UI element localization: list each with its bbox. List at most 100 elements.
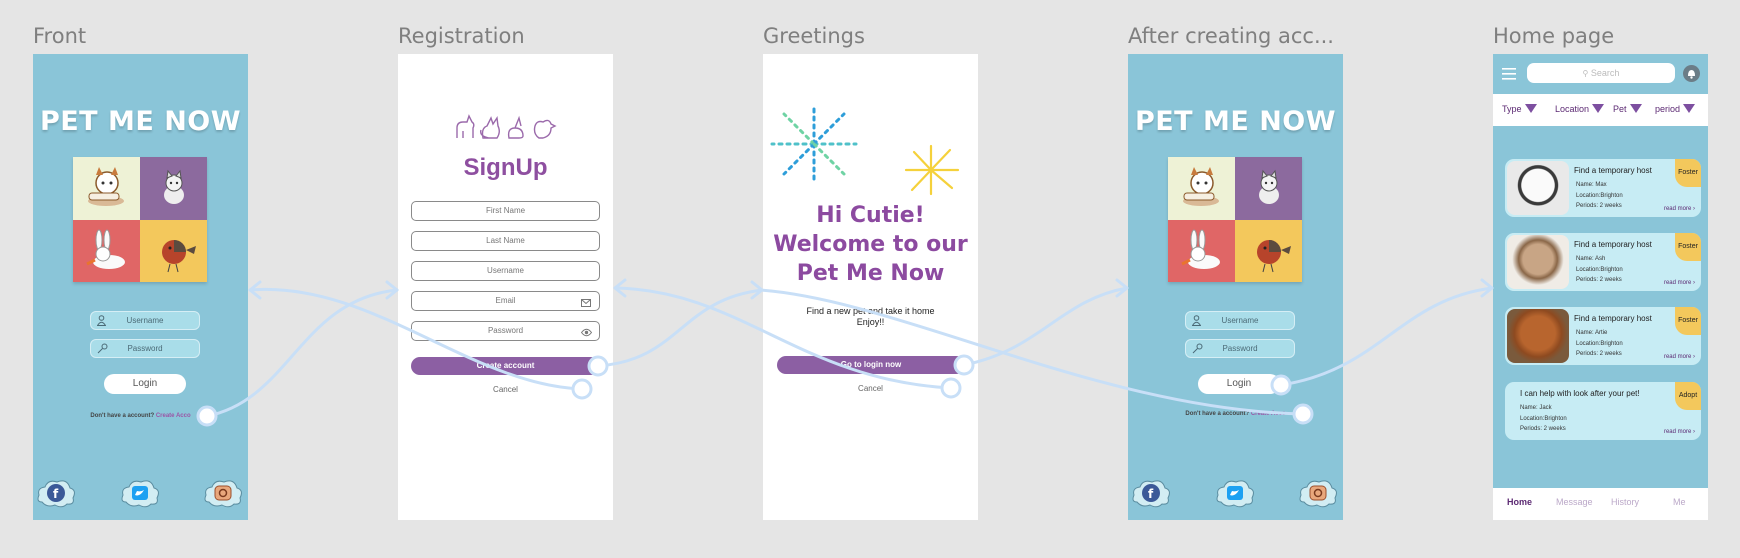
username-input[interactable]: Username <box>90 311 200 330</box>
card-periods: Periods: 2 weeks <box>1576 203 1622 209</box>
eye-icon[interactable] <box>580 326 593 344</box>
greeting-subtitle: Find a new pet and take it home Enjoy!! <box>763 306 978 328</box>
listing-card[interactable]: I can help with look after your pet! Nam… <box>1505 382 1701 440</box>
password-input[interactable]: Password <box>90 339 200 358</box>
create-account-button[interactable]: Create account <box>411 357 600 375</box>
facebook-icon[interactable]: f <box>36 476 76 510</box>
cancel-link[interactable]: Cancel <box>763 384 978 393</box>
greetings-screen: Hi Cutie! Welcome to our Pet Me Now Find… <box>763 54 978 520</box>
read-more-link[interactable]: read more › <box>1664 354 1695 360</box>
card-title: Find a temporary host <box>1574 166 1652 175</box>
pet-grid <box>1168 157 1302 282</box>
last-name-field[interactable]: Last Name <box>411 231 600 251</box>
bird-illustration <box>140 219 207 282</box>
card-title: Find a temporary host <box>1574 314 1652 323</box>
instagram-icon[interactable] <box>1298 476 1338 510</box>
filter-type-label: Type <box>1502 104 1522 114</box>
firework-yellow-icon <box>900 144 962 201</box>
filter-type[interactable]: Type <box>1502 104 1537 114</box>
listing-card[interactable]: Find a temporary host Name: Artie Locati… <box>1505 307 1701 365</box>
front-screen: PET ME NOW Username Password Login Don't… <box>33 54 248 520</box>
rabbit-illustration <box>1168 219 1235 282</box>
dropdown-triangle-icon <box>1629 104 1642 113</box>
arrowhead <box>1480 278 1494 298</box>
search-input[interactable]: ⚲ Search <box>1527 63 1675 83</box>
username-placeholder: Username <box>1221 316 1259 325</box>
arrowhead <box>248 280 262 300</box>
create-account-prompt: Don't have a account? Create Acco <box>1128 411 1343 417</box>
username-input[interactable]: Username <box>1185 311 1295 330</box>
card-name: Name: Max <box>1576 182 1607 188</box>
firework-blue-icon <box>769 104 859 189</box>
read-more-label: read more <box>1663 206 1692 212</box>
filter-location[interactable]: Location <box>1555 104 1605 114</box>
card-location: Location:Brighton <box>1576 341 1623 347</box>
chevron-right-icon: › <box>1693 354 1695 360</box>
bell-icon[interactable] <box>1683 65 1700 82</box>
frame-title-greetings: Greetings <box>763 24 865 48</box>
password-field[interactable]: Password <box>411 321 600 341</box>
filter-period-label: period <box>1655 104 1681 114</box>
card-location: Location:Brighton <box>1576 267 1623 273</box>
greeting-line-3: Pet Me Now <box>796 261 945 286</box>
email-placeholder: Email <box>495 296 516 305</box>
adopt-badge: Adopt <box>1675 382 1701 410</box>
nav-me[interactable]: Me <box>1673 497 1686 507</box>
instagram-icon[interactable] <box>203 476 243 510</box>
brand-logo: PET ME NOW <box>1134 106 1337 137</box>
filter-period[interactable]: period <box>1655 104 1696 114</box>
filter-pet[interactable]: Pet <box>1613 104 1642 114</box>
signup-title: SignUp <box>463 154 548 181</box>
card-title: Find a temporary host <box>1574 240 1652 249</box>
email-field[interactable]: Email <box>411 291 600 311</box>
nav-home[interactable]: Home <box>1507 497 1532 507</box>
brand-logo: PET ME NOW <box>39 106 242 137</box>
card-title: I can help with look after your pet! <box>1520 389 1640 398</box>
go-to-login-button[interactable]: Go to login now <box>777 356 965 374</box>
chevron-right-icon: › <box>1693 429 1695 435</box>
menu-icon[interactable] <box>1502 67 1516 85</box>
login-button[interactable]: Login <box>1198 374 1280 394</box>
cancel-link[interactable]: Cancel <box>398 385 613 394</box>
read-more-link[interactable]: read more › <box>1664 429 1695 435</box>
read-more-link[interactable]: read more › <box>1664 280 1695 286</box>
read-more-link[interactable]: read more › <box>1664 206 1695 212</box>
filter-pet-label: Pet <box>1613 104 1627 114</box>
chevron-right-icon: › <box>1693 206 1695 212</box>
nav-message[interactable]: Message <box>1556 497 1593 507</box>
card-name: Name: Artie <box>1576 330 1608 336</box>
frame-title-front: Front <box>33 24 87 48</box>
listing-card[interactable]: Find a temporary host Name: Ash Location… <box>1505 233 1701 291</box>
arrowhead <box>385 280 399 300</box>
create-account-prompt: Don't have a account? Create Acco <box>33 413 248 419</box>
pet-photo <box>1507 161 1569 215</box>
create-account-link[interactable]: Create Acco <box>1251 411 1286 417</box>
pet-photo <box>1507 309 1569 363</box>
frame-title-home: Home page <box>1493 24 1615 48</box>
bottom-nav: Home Message History Me <box>1493 488 1708 520</box>
user-icon <box>96 315 107 328</box>
cat-illustration <box>1235 157 1302 220</box>
greeting-sub-2: Enjoy!! <box>856 317 885 327</box>
cat-illustration <box>140 157 207 220</box>
password-input[interactable]: Password <box>1185 339 1295 358</box>
after-account-screen: PET ME NOW Username Password Login Don't… <box>1128 54 1343 520</box>
key-icon <box>97 343 108 356</box>
twitter-icon[interactable] <box>120 476 160 510</box>
username-field[interactable]: Username <box>411 261 600 281</box>
svg-text:f: f <box>1148 487 1154 501</box>
card-name: Name: Ash <box>1576 256 1606 262</box>
login-button[interactable]: Login <box>104 374 186 394</box>
facebook-icon[interactable]: f <box>1131 476 1171 510</box>
twitter-icon[interactable] <box>1215 476 1255 510</box>
arrowhead <box>613 278 627 298</box>
dropdown-triangle-icon <box>1524 104 1537 113</box>
create-account-link[interactable]: Create Acco <box>156 413 191 419</box>
listing-card[interactable]: Find a temporary host Name: Max Location… <box>1505 159 1701 217</box>
foster-badge: Foster <box>1675 307 1701 335</box>
first-name-field[interactable]: First Name <box>411 201 600 221</box>
greeting-line-1: Hi Cutie! <box>816 203 925 228</box>
nav-history[interactable]: History <box>1611 497 1639 507</box>
greeting-heading: Hi Cutie! Welcome to our Pet Me Now <box>763 201 978 288</box>
search-icon: ⚲ <box>1582 69 1589 78</box>
